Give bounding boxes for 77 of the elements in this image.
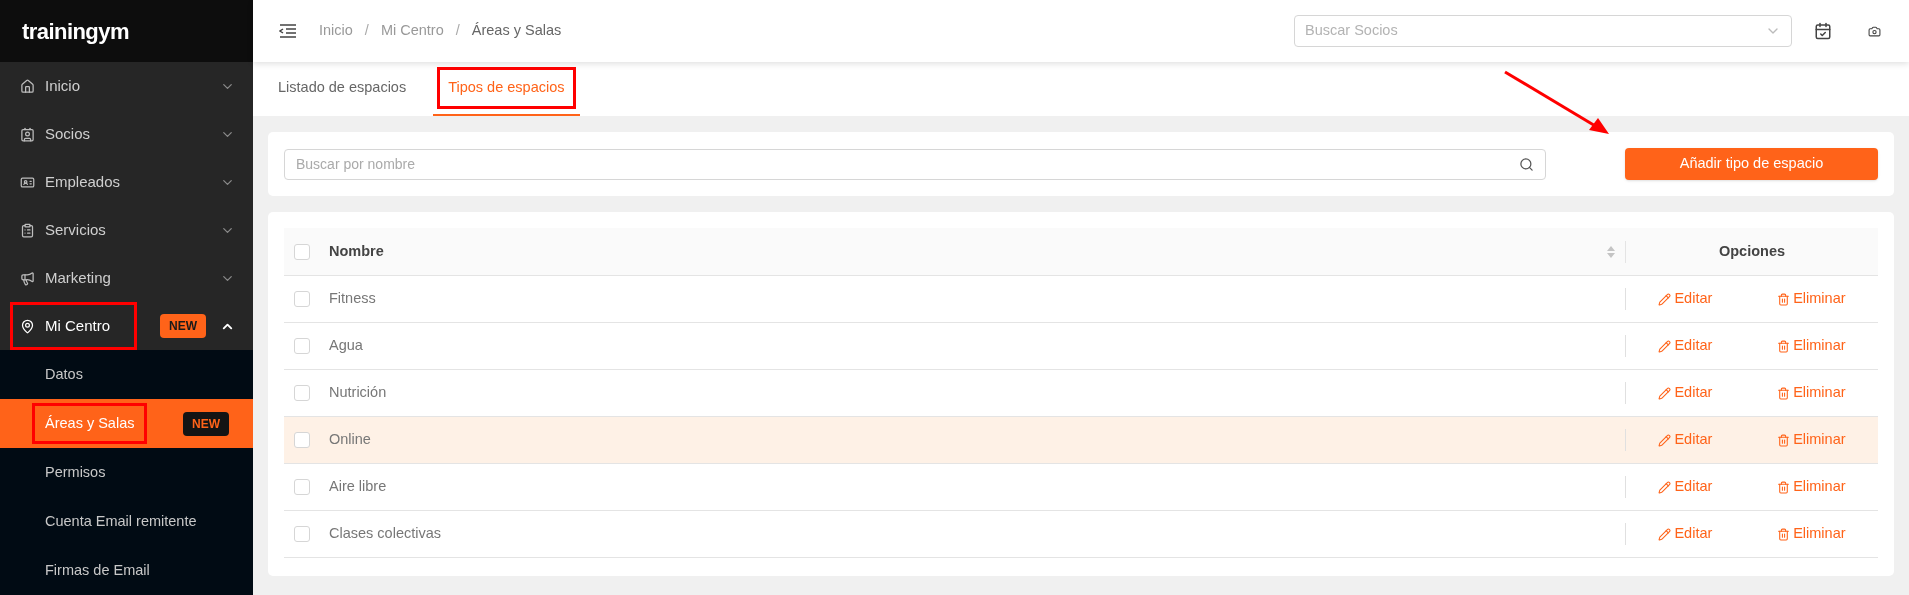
sidebar-label: Mi Centro [45, 315, 111, 336]
trash-icon [1777, 292, 1791, 306]
sort-icon[interactable] [1607, 245, 1615, 258]
submenu-item[interactable]: Datos [0, 350, 253, 399]
sidebar-label: Empleados [45, 171, 121, 192]
pencil-icon [1658, 433, 1672, 447]
submenu-label: Permisos [45, 462, 106, 482]
id-card-icon [20, 174, 35, 190]
edit-link[interactable]: Editar [1658, 429, 1713, 451]
column-header: Opciones [1717, 241, 1787, 261]
submenu-item[interactable]: Cuenta Email remitente [0, 497, 253, 546]
home-icon [20, 78, 35, 94]
sidebar-label: Servicios [45, 219, 106, 240]
new-badge: NEW [183, 411, 229, 436]
submenu-item[interactable]: Áreas y Salas NEW [0, 399, 253, 448]
logo: trainingym [22, 17, 129, 46]
submenu-item[interactable]: Firmas de Email [0, 546, 253, 595]
checkbox[interactable] [294, 479, 310, 495]
pencil-icon [1658, 386, 1672, 400]
table-cell-text: Nutrición [329, 383, 388, 403]
submenu-label: Datos [45, 364, 83, 384]
breadcrumb-link[interactable]: Mi Centro [380, 20, 444, 42]
delete-link[interactable]: Eliminar [1777, 476, 1846, 498]
sidebar-label: Inicio [45, 75, 81, 96]
trash-icon [1777, 433, 1791, 447]
search-icon [1519, 156, 1534, 172]
submenu-label: Firmas de Email [45, 560, 150, 580]
edit-link[interactable]: Editar [1658, 335, 1713, 357]
add-space-type-button[interactable]: Añadir tipo de espacio [1625, 148, 1878, 180]
table-cell-text: Aire libre [329, 477, 388, 497]
breadcrumb-separator: / [455, 21, 460, 41]
edit-link[interactable]: Editar [1658, 288, 1713, 310]
table-cell-text: Clases colectivas [329, 524, 442, 544]
tab[interactable]: Listado de espacios [263, 62, 422, 116]
edit-link[interactable]: Editar [1658, 523, 1713, 545]
delete-link[interactable]: Eliminar [1777, 429, 1846, 451]
delete-link[interactable]: Eliminar [1777, 335, 1846, 357]
submenu-label: Cuenta Email remitente [45, 511, 197, 531]
map-pin-icon [20, 318, 35, 334]
name-search-field[interactable]: Buscar por nombre [284, 148, 1546, 180]
submenu-item[interactable]: Permisos [0, 448, 253, 497]
pencil-icon [1658, 527, 1672, 541]
trash-icon [1777, 386, 1791, 400]
new-badge: NEW [160, 314, 206, 338]
column-header: Nombre [329, 241, 385, 261]
table-cell-text: Online [329, 430, 372, 450]
breadcrumb-separator: / [364, 21, 369, 41]
sidebar-label: Socios [45, 123, 91, 144]
pencil-icon [1658, 339, 1672, 353]
table-cell-text: Fitness [329, 289, 377, 309]
trash-icon [1777, 339, 1791, 353]
trash-icon [1777, 480, 1791, 494]
member-search-select[interactable]: Buscar Socios [1294, 15, 1792, 47]
megaphone-icon [20, 270, 35, 286]
checkbox[interactable] [294, 291, 310, 307]
delete-link[interactable]: Eliminar [1777, 382, 1846, 404]
collapse-menu-icon[interactable] [279, 24, 297, 38]
checkbox[interactable] [294, 385, 310, 401]
checkbox[interactable] [294, 243, 310, 260]
edit-link[interactable]: Editar [1658, 382, 1713, 404]
checkbox[interactable] [294, 338, 310, 354]
delete-link[interactable]: Eliminar [1777, 288, 1846, 310]
trash-icon [1777, 527, 1791, 541]
clipboard-icon [20, 222, 35, 238]
calendar-icon[interactable] [1814, 22, 1832, 40]
pencil-icon [1658, 292, 1672, 306]
checkbox[interactable] [294, 526, 310, 542]
checkbox[interactable] [294, 432, 310, 448]
breadcrumb-link[interactable]: Inicio [319, 20, 353, 42]
camera-icon[interactable] [1868, 24, 1881, 38]
pencil-icon [1658, 480, 1672, 494]
edit-link[interactable]: Editar [1658, 476, 1713, 498]
table-cell-text: Agua [329, 336, 364, 356]
contact-card-icon [20, 126, 35, 142]
delete-link[interactable]: Eliminar [1777, 523, 1846, 545]
submenu-label: Áreas y Salas [45, 413, 135, 433]
sidebar-label: Marketing [45, 267, 111, 288]
